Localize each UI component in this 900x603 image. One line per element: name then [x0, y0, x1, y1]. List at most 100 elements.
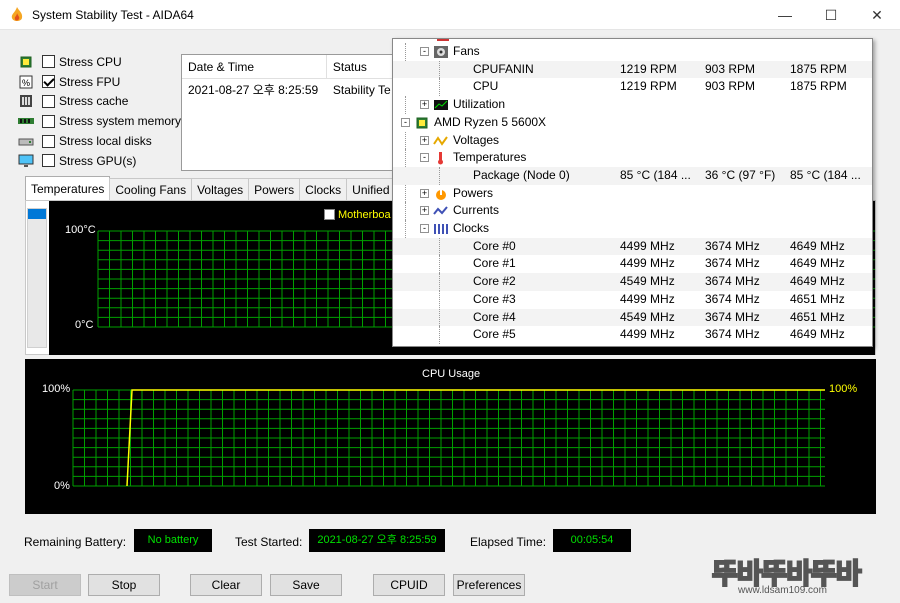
tree-expander[interactable]: - [401, 117, 410, 127]
tree-row[interactable]: CPUFANIN 1219 RPM 903 RPM 1875 RPM [393, 60, 872, 79]
tree-row[interactable]: Core #4 4549 MHz 3674 MHz 4651 MHz [393, 308, 872, 327]
tree-row[interactable]: - Clocks [393, 220, 872, 238]
sensor-name: Core #4 [473, 309, 516, 324]
maximize-button[interactable]: ☐ [808, 0, 854, 30]
clear-button[interactable]: Clear [190, 574, 262, 596]
stress-option-label: Stress GPU(s) [59, 153, 137, 168]
cpu-usage-plot [72, 389, 826, 487]
preferences-button[interactable]: Preferences [453, 574, 525, 596]
clock-icon [434, 224, 448, 234]
sensor-name: Package (Node 0) [473, 167, 570, 182]
tab-powers[interactable]: Powers [248, 178, 301, 200]
log-cell-status: Stability Te [332, 83, 391, 97]
watermark-url: www.ldsam109.com [738, 585, 827, 596]
tree-row[interactable]: + Voltages [393, 131, 872, 150]
sensor-value: 903 RPM [705, 61, 756, 76]
stress-option-row[interactable]: Stress GPU(s) [18, 151, 181, 171]
stress-option-row[interactable]: Stress system memory [18, 111, 181, 131]
sensor-list-scrollbar[interactable] [27, 208, 47, 348]
sensor-value: 36 °C (97 °F) [705, 167, 776, 182]
stress-option-row[interactable]: Stress CPU [18, 52, 181, 72]
tree-row[interactable]: - AMD Ryzen 5 5600X [393, 114, 872, 132]
sensor-value: 4549 MHz [620, 309, 675, 324]
tree-line [439, 326, 440, 344]
stress-option-label: Stress system memory [59, 114, 182, 129]
column-header-date-time[interactable]: Date & Time [182, 55, 327, 79]
cpu-chip-icon [20, 56, 32, 68]
sensor-value: 4651 MHz [790, 291, 845, 306]
tree-label: Fans [453, 44, 480, 58]
tree-row[interactable]: + Powers [393, 184, 872, 203]
minimize-button[interactable]: — [762, 0, 808, 30]
test-started-value: 2021-08-27 오후 8:25:59 [309, 529, 445, 552]
sensor-value: 1875 RPM [790, 61, 847, 76]
tree-expander[interactable]: - [420, 153, 429, 163]
tree-row[interactable]: Core #0 4499 MHz 3674 MHz 4649 MHz [393, 237, 872, 256]
sensor-value: 3674 MHz [705, 327, 760, 342]
memory-icon [18, 118, 34, 125]
tree-expander[interactable]: + [420, 135, 429, 145]
start-button[interactable]: Start [9, 574, 81, 596]
window-title: System Stability Test - AIDA64 [32, 8, 194, 22]
disk-icon [18, 138, 34, 146]
tree-expander[interactable]: + [420, 206, 429, 216]
stress-checkbox[interactable] [42, 75, 55, 89]
monitor-icon [18, 154, 34, 167]
stop-button[interactable]: Stop [88, 574, 160, 596]
tree-expander[interactable]: - [420, 47, 429, 56]
fan-icon [434, 46, 448, 58]
stress-option-row[interactable]: Stress cache [18, 92, 181, 112]
tree-row[interactable]: Package (Node 0) 85 °C (184 ... 36 °C (97 … [393, 166, 872, 185]
column-header-status[interactable]: Status [327, 55, 395, 79]
tree-row[interactable]: Core #1 4499 MHz 3674 MHz 4649 MHz [393, 255, 872, 274]
tab-clocks[interactable]: Clocks [299, 178, 348, 200]
tree-row[interactable]: - Fans [393, 43, 872, 61]
tab-temperatures[interactable]: Temperatures [25, 176, 111, 200]
stress-checkbox[interactable] [42, 154, 55, 168]
sensor-value: 3674 MHz [705, 238, 760, 253]
close-icon: ✕ [871, 7, 883, 23]
tab-unified[interactable]: Unified [346, 178, 396, 200]
close-button[interactable]: ✕ [854, 0, 900, 30]
table-row[interactable]: 2021-08-27 오후 8:25:59 Stability Te [182, 79, 395, 101]
tree-expander[interactable]: + [420, 100, 429, 110]
tree-row[interactable]: + Currents [393, 202, 872, 220]
tree-expander[interactable]: - [420, 224, 429, 233]
temp-y-bottom-label: 0°C [75, 319, 94, 331]
tree-row[interactable]: - Temperatures [393, 149, 872, 167]
scrollbar-thumb[interactable] [28, 209, 46, 219]
stress-option-label: Stress CPU [59, 54, 122, 69]
tree-line [405, 149, 406, 167]
sensor-value: 903 RPM [705, 79, 756, 94]
stress-option-row[interactable]: % Stress FPU [18, 72, 181, 92]
stress-checkbox[interactable] [42, 55, 55, 69]
stress-options: Stress CPU % Stress FPU Stress cache Stress … [18, 52, 181, 171]
legend-checkbox-motherboard[interactable] [324, 209, 335, 220]
tree-row[interactable]: CPU 1219 RPM 903 RPM 1875 RPM [393, 78, 872, 97]
tree-label: Temperatures [453, 150, 527, 165]
sensor-value: 85 °C (184 ... [620, 167, 691, 182]
save-button[interactable]: Save [270, 574, 342, 596]
stress-checkbox[interactable] [42, 94, 55, 108]
graph-tabs: Temperatures Cooling Fans Voltages Power… [25, 176, 396, 200]
tree-expander[interactable]: - [422, 38, 431, 39]
legend-label-motherboard: Motherboa [338, 209, 391, 221]
tree-row[interactable]: Core #3 4499 MHz 3674 MHz 4651 MHz [393, 290, 872, 309]
tree-row[interactable]: Core #5 4499 MHz 3674 MHz 4649 MHz [393, 326, 872, 344]
voltage-icon [433, 135, 448, 146]
tree-expander[interactable]: + [420, 188, 429, 198]
tab-voltages[interactable]: Voltages [191, 178, 250, 200]
test-started-label: Test Started: [235, 535, 303, 549]
tree-line [439, 78, 440, 97]
tree-row[interactable]: + Utilization [393, 96, 872, 114]
tab-cooling-fans[interactable]: Cooling Fans [109, 178, 193, 200]
log-cell-date: 2021-08-27 오후 8:25:59 [188, 83, 319, 97]
stress-option-row[interactable]: Stress local disks [18, 131, 181, 151]
stress-checkbox[interactable] [42, 134, 55, 148]
sensor-value: 4499 MHz [620, 238, 675, 253]
stress-checkbox[interactable] [42, 114, 55, 128]
stress-option-label: Stress FPU [59, 74, 121, 89]
maximize-icon: ☐ [824, 7, 838, 23]
cpuid-button[interactable]: CPUID [373, 574, 445, 596]
tree-row[interactable]: Core #2 4549 MHz 3674 MHz 4649 MHz [393, 273, 872, 291]
